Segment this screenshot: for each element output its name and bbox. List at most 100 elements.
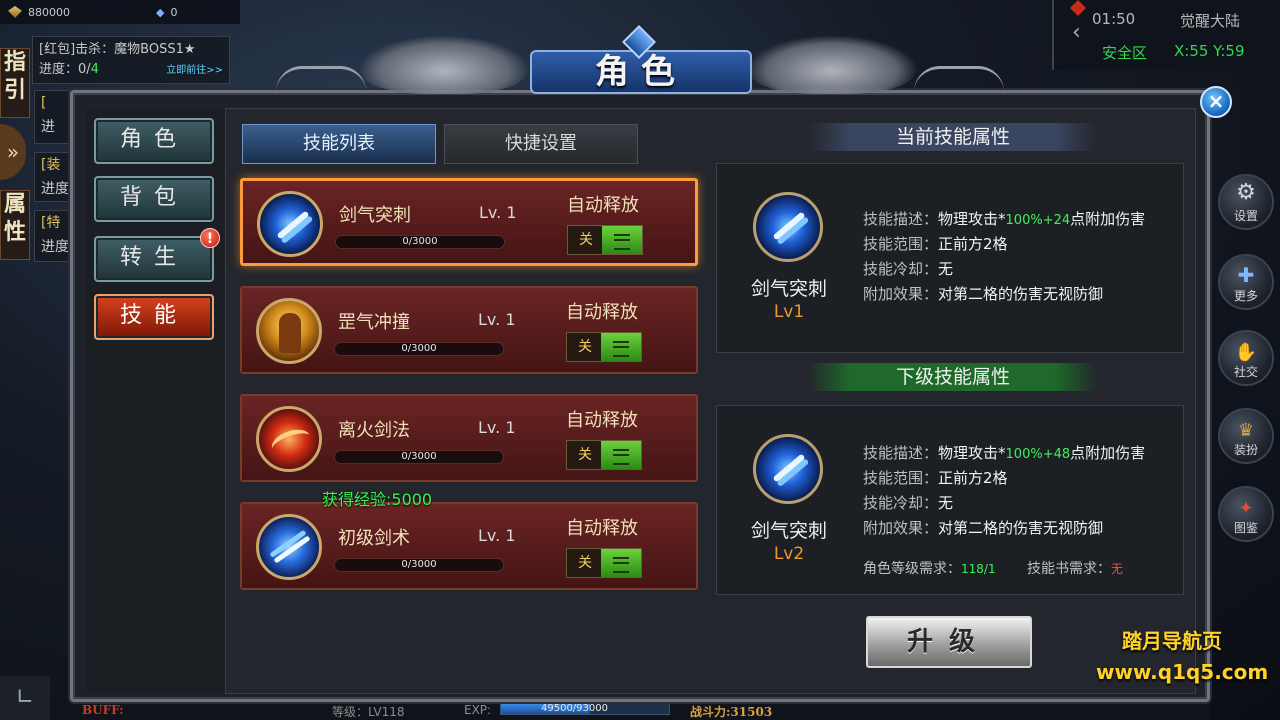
map-info: ‹ 01:50 觉醒大陆 安全区 X:55 Y:59 <box>1052 0 1280 70</box>
auto-cast-toggle[interactable]: 关 <box>566 548 642 578</box>
currency-bar: 880000 ◆ 0 <box>0 0 240 24</box>
quest-title: [红包]击杀：魔物BOSS1★ <box>39 42 196 57</box>
skill-row[interactable]: 罡气冲撞 Lv. 1 0/3000 自动释放 关 <box>240 286 698 374</box>
toggle-on-handle <box>601 441 641 469</box>
more-button[interactable]: ✚ 更多 <box>1218 254 1274 310</box>
gear-icon: ⚙ <box>1236 180 1256 205</box>
nav-character[interactable]: 角色 <box>94 118 214 164</box>
chat-toggle-icon[interactable]: ∟ <box>0 676 50 720</box>
safe-zone-label: 安全区 <box>1102 44 1148 62</box>
diamond-icon: ◆ <box>156 5 165 19</box>
skill-name: 剑气突刺 <box>339 205 411 226</box>
skill-level: Lv. 1 <box>479 203 517 222</box>
current-skill-name: 剑气突刺 <box>750 278 827 300</box>
gold-amount: 880000 <box>28 5 70 19</box>
auto-cast-toggle[interactable]: 关 <box>566 440 642 470</box>
auto-cast-label: 自动释放 <box>566 410 638 431</box>
warrior-charge-icon <box>256 298 322 364</box>
toggle-on-handle <box>601 333 641 361</box>
skill-exp-bar: 0/3000 <box>334 450 504 464</box>
attr-range: 技能范围：正前方2格 <box>863 235 1008 253</box>
more-icon: ✚ <box>1237 263 1255 287</box>
social-button[interactable]: ✋ 社交 <box>1218 330 1274 386</box>
dragon-ornament-right <box>748 36 916 94</box>
skill-level: Lv. 1 <box>478 526 516 545</box>
skill-row[interactable]: 初级剑术 Lv. 1 0/3000 自动释放 关 <box>240 502 698 590</box>
attr-range: 技能范围：正前方2格 <box>863 469 1008 487</box>
rebirth-alert-badge: ! <box>200 228 220 248</box>
exp-value: 49500/93000 <box>541 703 608 714</box>
next-skill-section-title: 下级技能属性 <box>808 363 1098 391</box>
skill-level: Lv. 1 <box>478 310 516 329</box>
exp-gain-notice: 获得经验:5000 <box>322 490 433 509</box>
codex-icon: ✦ <box>1238 498 1254 519</box>
settings-button[interactable]: ⚙ 设置 <box>1218 174 1274 230</box>
req-level: 角色等级需求：118/1 <box>863 561 996 577</box>
tab-skill-list[interactable]: 技能列表 <box>242 124 436 164</box>
gold-icon <box>8 6 22 18</box>
toggle-on-handle <box>602 226 642 254</box>
watermark-title: 踏月导航页 <box>1122 629 1222 653</box>
current-skill-section-title: 当前技能属性 <box>808 123 1098 151</box>
current-skill-icon <box>753 192 823 262</box>
exp-label: EXP: <box>464 703 492 717</box>
toggle-off-label: 关 <box>567 333 603 361</box>
auto-cast-label: 自动释放 <box>566 518 638 539</box>
attr-extra-effect: 附加效果：对第二格的伤害无视防御 <box>863 519 1104 537</box>
quest-tracker[interactable]: [红包]击杀：魔物BOSS1★ 进度：0/4 立即前往>> <box>32 36 230 84</box>
blade-skill-icon <box>256 514 322 580</box>
quest-goto-link[interactable]: 立即前往>> <box>166 61 223 81</box>
diamond-amount: 0 <box>170 5 178 19</box>
watermark-url: www.q1q5.com <box>1096 660 1269 684</box>
zone-name: 觉醒大陆 <box>1180 12 1241 30</box>
toggle-on-handle <box>601 549 641 577</box>
next-skill-level: Lv2 <box>773 544 805 564</box>
auto-cast-toggle[interactable]: 关 <box>566 332 642 362</box>
frame-ornament-left <box>276 66 366 92</box>
skill-row[interactable]: 离火剑法 Lv. 1 0/3000 自动释放 关 <box>240 394 698 482</box>
auto-cast-label: 自动释放 <box>567 195 639 216</box>
game-time: 01:50 <box>1092 10 1136 28</box>
skill-row[interactable]: 剑气突刺 Lv. 1 0/3000 自动释放 关 <box>240 178 698 266</box>
auto-cast-toggle[interactable]: 关 <box>567 225 643 255</box>
attr-extra-effect: 附加效果：对第二格的伤害无视防御 <box>863 285 1104 303</box>
expand-arrow-icon[interactable]: » <box>0 124 26 180</box>
nav-skills[interactable]: 技能 <box>94 294 214 340</box>
tab-shortcut-settings[interactable]: 快捷设置 <box>444 124 638 164</box>
req-skill-book: 技能书需求：无 <box>1027 561 1124 577</box>
close-button[interactable]: × <box>1200 86 1232 118</box>
skill-exp-bar: 0/3000 <box>334 558 504 572</box>
skill-level: Lv. 1 <box>478 418 516 437</box>
next-skill-icon <box>753 434 823 504</box>
toggle-off-label: 关 <box>567 441 603 469</box>
buff-label: BUFF: <box>82 703 124 717</box>
outfit-button[interactable]: ♛ 装扮 <box>1218 408 1274 464</box>
skill-name: 罡气冲撞 <box>338 312 410 333</box>
codex-button[interactable]: ✦ 图鉴 <box>1218 486 1274 542</box>
attr-cooldown: 技能冷却：无 <box>863 494 954 512</box>
toggle-off-label: 关 <box>568 226 604 254</box>
skill-name: 初级剑术 <box>338 528 410 549</box>
upgrade-button[interactable]: 升级 <box>866 616 1032 668</box>
guide-tab[interactable]: 指引 <box>0 48 30 118</box>
player-level: 等级：LV118 <box>332 705 405 719</box>
nav-rebirth[interactable]: 转生 <box>94 236 214 282</box>
skill-name: 离火剑法 <box>338 420 410 441</box>
current-skill-panel: 剑气突刺 Lv1 技能描述：物理攻击*100%+24点附加伤害 技能范围：正前方… <box>716 163 1184 353</box>
collapse-icon[interactable]: ‹ <box>1072 20 1081 45</box>
exp-progress-bar: 49500/93000 <box>500 703 670 715</box>
handshake-icon: ✋ <box>1234 342 1258 363</box>
next-skill-name: 剑气突刺 <box>750 520 827 542</box>
skill-exp-bar: 0/3000 <box>334 342 504 356</box>
player-coordinates: X:55 Y:59 <box>1174 42 1245 60</box>
combat-power: 战斗力:31503 <box>690 705 773 719</box>
frame-ornament-right <box>914 66 1004 92</box>
auto-cast-label: 自动释放 <box>566 302 638 323</box>
current-skill-level: Lv1 <box>773 302 805 322</box>
toggle-off-label: 关 <box>567 549 603 577</box>
nav-backpack[interactable]: 背包 <box>94 176 214 222</box>
sword-thrust-icon <box>257 191 323 257</box>
attr-cooldown: 技能冷却：无 <box>863 260 954 278</box>
attribute-tab[interactable]: 属性 <box>0 190 30 260</box>
next-skill-panel: 剑气突刺 Lv2 技能描述：物理攻击*100%+48点附加伤害 技能范围：正前方… <box>716 405 1184 595</box>
